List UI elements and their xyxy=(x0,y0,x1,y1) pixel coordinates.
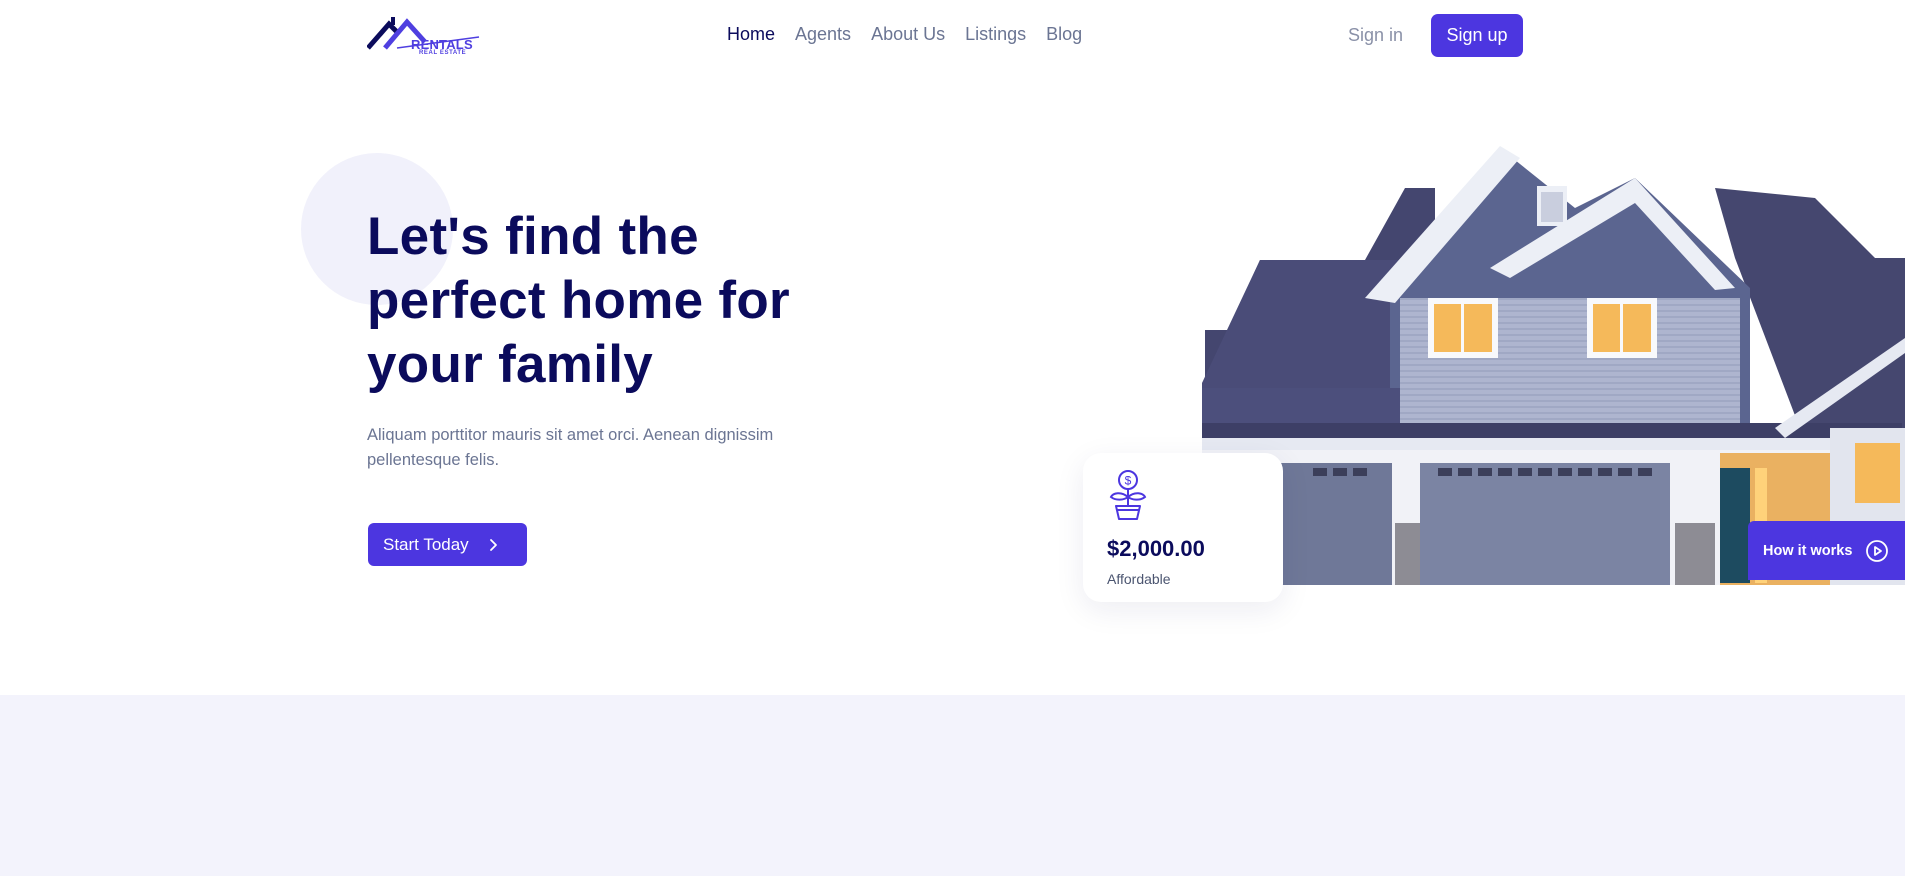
nav-listings[interactable]: Listings xyxy=(965,24,1026,45)
how-it-works-button[interactable]: How it works xyxy=(1748,521,1905,580)
sign-in-link[interactable]: Sign in xyxy=(1348,25,1403,46)
main-nav: Home Agents About Us Listings Blog xyxy=(727,24,1082,45)
start-today-button[interactable]: Start Today xyxy=(368,523,527,566)
next-section-band xyxy=(0,695,1905,876)
nav-home[interactable]: Home xyxy=(727,24,775,45)
sign-up-button[interactable]: Sign up xyxy=(1431,14,1523,57)
brand-logo[interactable]: RENTALS REAL ESTATE xyxy=(366,12,482,58)
price-value: $2,000.00 xyxy=(1107,536,1205,561)
nav-blog[interactable]: Blog xyxy=(1046,24,1082,45)
logo-subtext: REAL ESTATE xyxy=(419,50,467,56)
play-circle-icon xyxy=(1866,539,1889,562)
chevron-right-icon xyxy=(489,538,497,551)
price-label: Affordable xyxy=(1107,571,1171,587)
house-image xyxy=(1202,146,1905,585)
how-it-works-label: How it works xyxy=(1763,542,1853,559)
nav-agents[interactable]: Agents xyxy=(795,24,851,45)
hero-description: Aliquam porttitor mauris sit amet orci. … xyxy=(367,426,774,469)
site-header: RENTALS REAL ESTATE Home Agents About Us… xyxy=(0,0,1905,70)
price-card: $ $2,000.00 Affordable xyxy=(1083,453,1283,602)
svg-text:$: $ xyxy=(1125,474,1132,488)
money-plant-icon: $ xyxy=(1109,470,1147,520)
start-today-label: Start Today xyxy=(383,534,469,554)
hero-title: Let's find the perfect home for your fam… xyxy=(367,207,790,394)
nav-about-us[interactable]: About Us xyxy=(871,24,945,45)
